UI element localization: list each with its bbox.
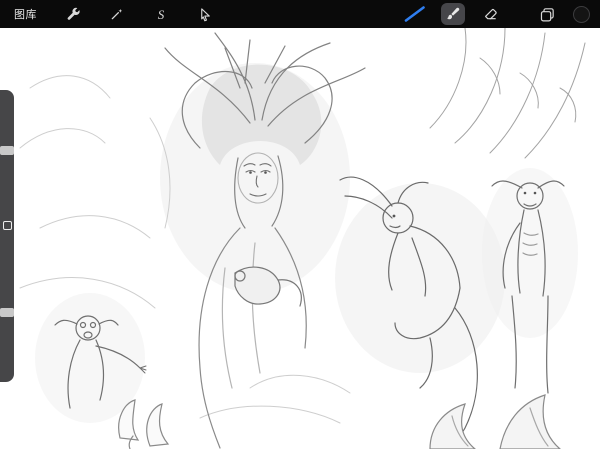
paint-brush-icon[interactable] [441,3,465,25]
cursor-arrow-icon [198,7,213,22]
color-swatch[interactable] [573,6,590,23]
layers-icon[interactable] [535,3,559,25]
brush-sidebar [0,90,14,382]
layers-glyph-icon [539,6,556,23]
eraser-glyph-icon [483,6,499,22]
canvas[interactable] [0,28,600,449]
toolbar-right-group [403,3,590,25]
eraser-icon[interactable] [479,3,503,25]
brush-size-slider-handle[interactable] [0,146,14,155]
magic-wand-icon [109,6,125,22]
top-toolbar: 图库 S [0,0,600,28]
adjustments-magic-wand-icon[interactable] [105,3,129,25]
blue-stroke-icon [403,4,427,24]
brush-icon [445,6,461,22]
opacity-slider-handle[interactable] [0,308,14,317]
modify-button[interactable] [3,221,12,230]
transform-cursor-icon[interactable] [193,3,217,25]
selection-s-icon[interactable]: S [149,3,173,25]
gallery-button[interactable]: 图库 [10,6,41,22]
toolbar-left-group: 图库 S [10,3,217,25]
artwork-sketch [0,28,600,449]
actions-wrench-icon[interactable] [61,3,85,25]
wrench-icon [65,6,81,22]
procreate-app: 图库 S [0,0,600,449]
brush-stroke-blue-icon[interactable] [403,3,427,25]
selection-glyph: S [158,8,165,21]
